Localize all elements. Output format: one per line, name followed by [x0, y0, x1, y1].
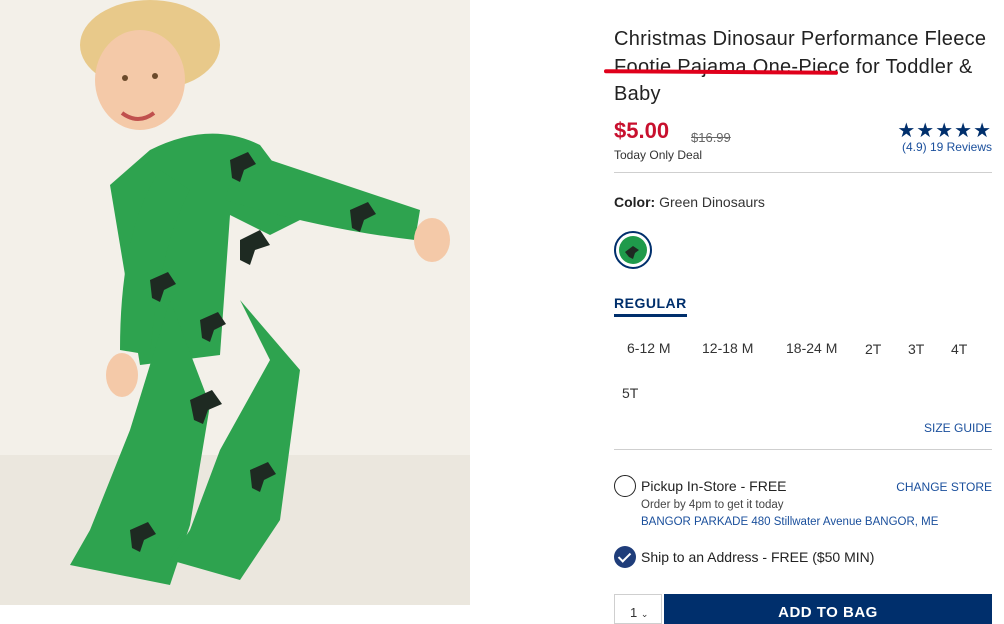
- add-to-bag-button[interactable]: ADD TO BAG: [664, 594, 992, 624]
- dinosaur-swatch-icon: [619, 236, 647, 264]
- product-info-panel: Christmas Dinosaur Performance Fleece Fo…: [603, 0, 992, 624]
- reviews-link[interactable]: (4.9) 19 Reviews: [902, 140, 992, 154]
- color-label: Color:: [614, 194, 656, 210]
- size-option[interactable]: 3T: [908, 341, 924, 357]
- divider: [614, 449, 992, 450]
- size-option[interactable]: 12-18 M: [702, 340, 753, 356]
- product-title: Christmas Dinosaur Performance Fleece Fo…: [614, 28, 987, 105]
- deal-label: Today Only Deal: [614, 148, 703, 162]
- size-guide-link[interactable]: SIZE GUIDE: [924, 421, 992, 435]
- size-option[interactable]: 6-12 M: [627, 340, 671, 356]
- color-selection-label: Color: Green Dinosaurs: [614, 194, 765, 210]
- pickup-radio[interactable]: [614, 475, 636, 497]
- original-price: $16.99: [691, 130, 731, 145]
- ship-radio-checked[interactable]: [614, 546, 636, 568]
- toddler-in-pajama-illustration: [70, 0, 450, 585]
- quantity-select[interactable]: 1 ⌄: [614, 594, 662, 624]
- ship-label[interactable]: Ship to an Address - FREE ($50 MIN): [641, 549, 874, 565]
- divider: [614, 172, 992, 173]
- size-option[interactable]: 4T: [951, 341, 967, 357]
- product-image[interactable]: [0, 0, 470, 605]
- store-address-link[interactable]: BANGOR PARKADE 480 Stillwater Avenue BAN…: [641, 516, 938, 528]
- size-option[interactable]: 5T: [622, 385, 638, 401]
- change-store-link[interactable]: CHANGE STORE: [896, 480, 992, 494]
- sale-price: $5.00: [614, 118, 670, 143]
- tab-regular[interactable]: REGULAR: [614, 295, 687, 317]
- color-swatch-green-dinosaurs[interactable]: [614, 231, 652, 269]
- size-option[interactable]: 2T: [865, 341, 881, 357]
- color-value: Green Dinosaurs: [659, 194, 765, 210]
- size-option[interactable]: 18-24 M: [786, 340, 837, 356]
- pickup-label[interactable]: Pickup In-Store - FREE: [641, 478, 787, 494]
- pickup-note: Order by 4pm to get it today: [641, 499, 784, 511]
